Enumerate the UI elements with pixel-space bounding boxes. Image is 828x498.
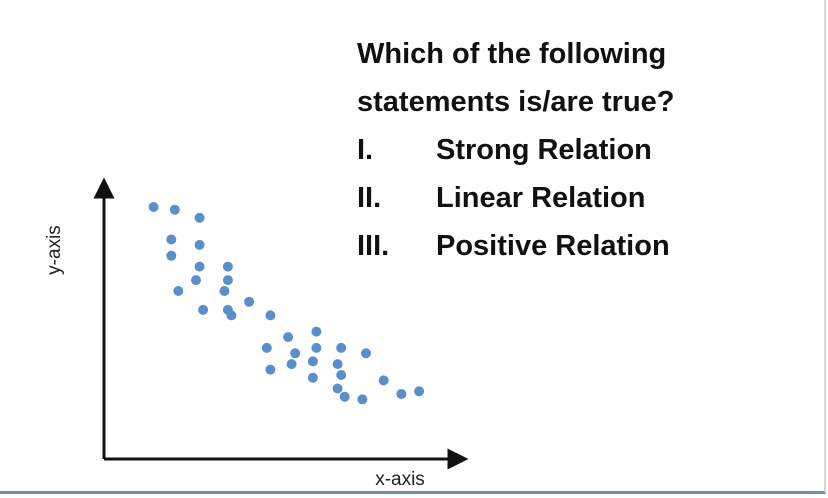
- scatter-point-4: [166, 234, 177, 245]
- scatter-point-7: [194, 261, 205, 272]
- scatter-plot: x-axis y-axis: [44, 177, 469, 490]
- data-points: [148, 202, 425, 405]
- scatter-point-24: [361, 348, 371, 359]
- scatter-point-1: [148, 202, 159, 212]
- x-axis-label: x-axis: [375, 469, 425, 490]
- scatter-point-20: [261, 342, 272, 353]
- scatter-point-31: [378, 375, 389, 386]
- scatter-point-25: [286, 359, 297, 370]
- scatter-point-36: [414, 386, 425, 397]
- scatter-point-19: [311, 326, 322, 337]
- scatter-point-32: [332, 383, 343, 394]
- scatter-point-33: [339, 391, 350, 402]
- scatter-point-34: [357, 394, 368, 405]
- scatter-point-15: [244, 296, 255, 307]
- scatter-point-5: [194, 239, 205, 250]
- scatter-point-2: [169, 204, 180, 215]
- scatter-point-26: [307, 356, 318, 367]
- scatter-point-28: [265, 364, 276, 375]
- scatter-point-30: [336, 370, 347, 380]
- scatter-point-6: [166, 250, 177, 261]
- scatter-point-16: [226, 310, 237, 321]
- scatter-point-21: [290, 348, 301, 359]
- scatter-point-10: [222, 275, 233, 286]
- scatter-point-18: [283, 332, 294, 343]
- scatter-point-13: [198, 304, 209, 315]
- scatter-point-27: [332, 359, 343, 370]
- scatter-point-3: [194, 212, 205, 223]
- y-axis-label: y-axis: [44, 225, 65, 275]
- scatter-point-35: [396, 389, 407, 399]
- scatter-point-12: [219, 286, 230, 296]
- scatter-point-9: [191, 275, 201, 286]
- scatter-point-23: [336, 342, 347, 353]
- scatter-point-17: [265, 310, 276, 321]
- scatter-point-22: [311, 342, 322, 353]
- scatter-point-8: [222, 261, 233, 272]
- scatter-point-11: [173, 286, 184, 296]
- scatter-point-29: [307, 372, 318, 383]
